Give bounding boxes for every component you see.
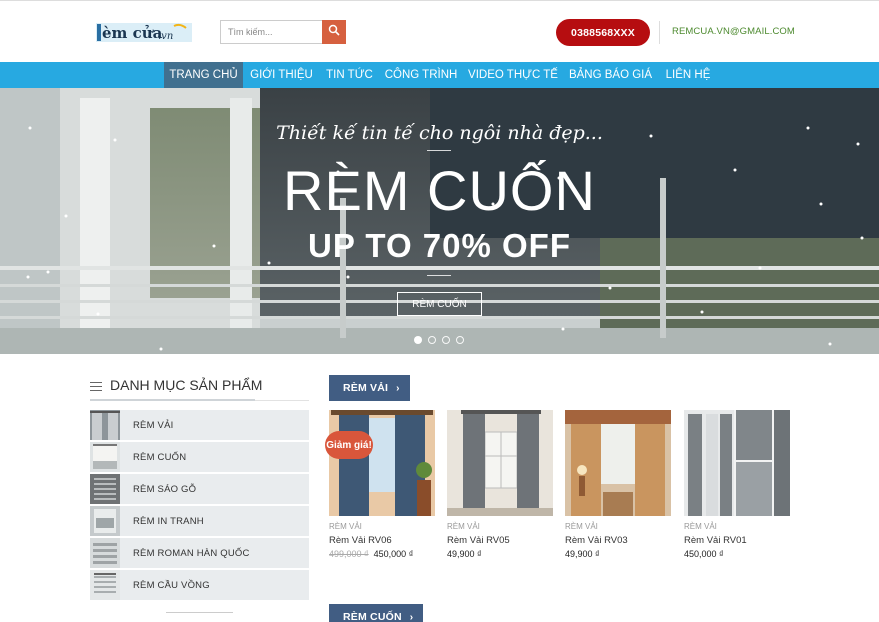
slider-dots — [412, 336, 468, 346]
sidebar-item-rem-sao-go[interactable]: RÈM SÁO GỖ — [90, 474, 309, 504]
header-divider — [659, 21, 660, 44]
hero-title: RÈM CUỐN — [283, 159, 596, 222]
category-thumbnail — [90, 506, 120, 536]
search-input[interactable] — [220, 20, 323, 44]
nav-item-home[interactable]: TRANG CHỦ — [164, 62, 243, 88]
nav-item-price-list[interactable]: BẢNG BÁO GIÁ — [563, 62, 658, 88]
product-name[interactable]: Rèm Vải RV05 — [447, 535, 510, 546]
section-button-rem-cuon[interactable]: RÈM CUỐN › — [329, 604, 423, 622]
sidebar-title: DANH MỤC SẢN PHẨM — [110, 377, 263, 393]
product-name[interactable]: Rèm Vải RV01 — [684, 535, 747, 546]
category-thumbnail — [90, 442, 120, 472]
product-image[interactable] — [684, 410, 790, 516]
slider-dot[interactable] — [414, 336, 422, 344]
search-icon — [328, 23, 340, 41]
nav-item-videos[interactable]: VIDEO THỰC TẾ — [463, 62, 563, 88]
category-thumbnail — [90, 538, 120, 568]
hero-divider-bottom — [427, 275, 451, 276]
sidebar-item-label: RÈM IN TRANH — [133, 515, 204, 527]
product-image[interactable] — [565, 410, 671, 516]
site-logo[interactable]: èm cửa .vn — [94, 20, 196, 44]
sidebar-item-label: RÈM CẦU VỒNG — [133, 579, 210, 591]
sidebar-item-label: RÈM ROMAN HÀN QUỐC — [133, 547, 250, 559]
section-button-rem-vai[interactable]: RÈM VẢI › — [329, 375, 410, 401]
section-button-label: RÈM CUỐN — [343, 611, 402, 622]
slider-dot[interactable] — [442, 336, 450, 344]
menu-icon — [90, 382, 102, 394]
hero-slider: Thiết kế tin tế cho ngôi nhà đẹp... RÈM … — [0, 88, 879, 354]
sidebar-title-underline — [90, 399, 309, 401]
product-sale-price: 450,000 ₫ — [373, 549, 414, 559]
product-old-price: 499,000 ₫ — [329, 549, 369, 559]
sidebar-item-label: RÈM VẢI — [133, 419, 174, 431]
svg-text:èm cửa: èm cửa — [102, 24, 163, 42]
hero-subtitle: UP TO 70% OFF — [307, 227, 571, 264]
category-thumbnail — [90, 474, 120, 504]
slider-dot[interactable] — [428, 336, 436, 344]
sidebar-footer-line — [166, 612, 233, 613]
product-name[interactable]: Rèm Vải RV06 — [329, 535, 392, 546]
main-nav: TRANG CHỦ GIỚI THIỆU TIN TỨC CÔNG TRÌNH … — [0, 62, 879, 88]
product-price: 450,000 ₫ — [684, 549, 724, 559]
hero-tagline: Thiết kế tin tế cho ngôi nhà đẹp... — [276, 122, 603, 144]
nav-item-projects[interactable]: CÔNG TRÌNH — [379, 62, 463, 88]
hero-divider-top — [427, 150, 451, 151]
sidebar-item-rem-cuon[interactable]: RÈM CUỐN — [90, 442, 309, 472]
product-category: RÈM VẢI — [684, 522, 717, 531]
sidebar-item-label: RÈM CUỐN — [133, 451, 187, 463]
product-name[interactable]: Rèm Vải RV03 — [565, 535, 628, 546]
product-image[interactable] — [329, 410, 435, 516]
search-button[interactable] — [322, 20, 346, 44]
phone-button[interactable]: 0388568XXX — [556, 19, 650, 46]
chevron-right-icon: › — [396, 382, 400, 394]
sale-badge: Giảm giá! — [325, 431, 373, 459]
nav-item-news[interactable]: TIN TỨC — [320, 62, 379, 88]
chevron-right-icon: › — [409, 611, 414, 622]
sidebar-item-rem-vai[interactable]: RÈM VẢI — [90, 410, 309, 440]
sidebar-item-rem-roman[interactable]: RÈM ROMAN HÀN QUỐC — [90, 538, 309, 568]
product-price: 499,000 ₫ 450,000 ₫ — [329, 549, 413, 559]
category-thumbnail — [90, 570, 120, 600]
nav-item-contact[interactable]: LIÊN HỆ — [658, 62, 718, 88]
section-button-label: RÈM VẢI — [343, 382, 389, 394]
product-image[interactable] — [447, 410, 553, 516]
nav-item-about[interactable]: GIỚI THIỆU — [243, 62, 320, 88]
search-box — [220, 20, 346, 44]
product-category: RÈM VẢI — [329, 522, 362, 531]
hero-cta-button[interactable]: RÈM CUỐN — [397, 292, 482, 316]
sidebar-item-rem-in-tranh[interactable]: RÈM IN TRANH — [90, 506, 309, 536]
product-category: RÈM VẢI — [565, 522, 598, 531]
svg-text:.vn: .vn — [158, 31, 173, 42]
product-price: 49,900 ₫ — [447, 549, 482, 559]
category-sidebar-header: DANH MỤC SẢN PHẨM — [90, 377, 309, 401]
category-thumbnail — [90, 410, 120, 440]
product-category: RÈM VẢI — [447, 522, 480, 531]
site-header: èm cửa .vn 0388568XXX REMCUA.VN@GMAIL.CO… — [0, 0, 879, 62]
slider-dot[interactable] — [456, 336, 464, 344]
email-link[interactable]: REMCUA.VN@GMAIL.COM — [672, 26, 795, 37]
product-price: 49,900 ₫ — [565, 549, 600, 559]
sidebar-item-label: RÈM SÁO GỖ — [133, 483, 197, 495]
sidebar-item-rem-cau-vong[interactable]: RÈM CẦU VỒNG — [90, 570, 309, 600]
